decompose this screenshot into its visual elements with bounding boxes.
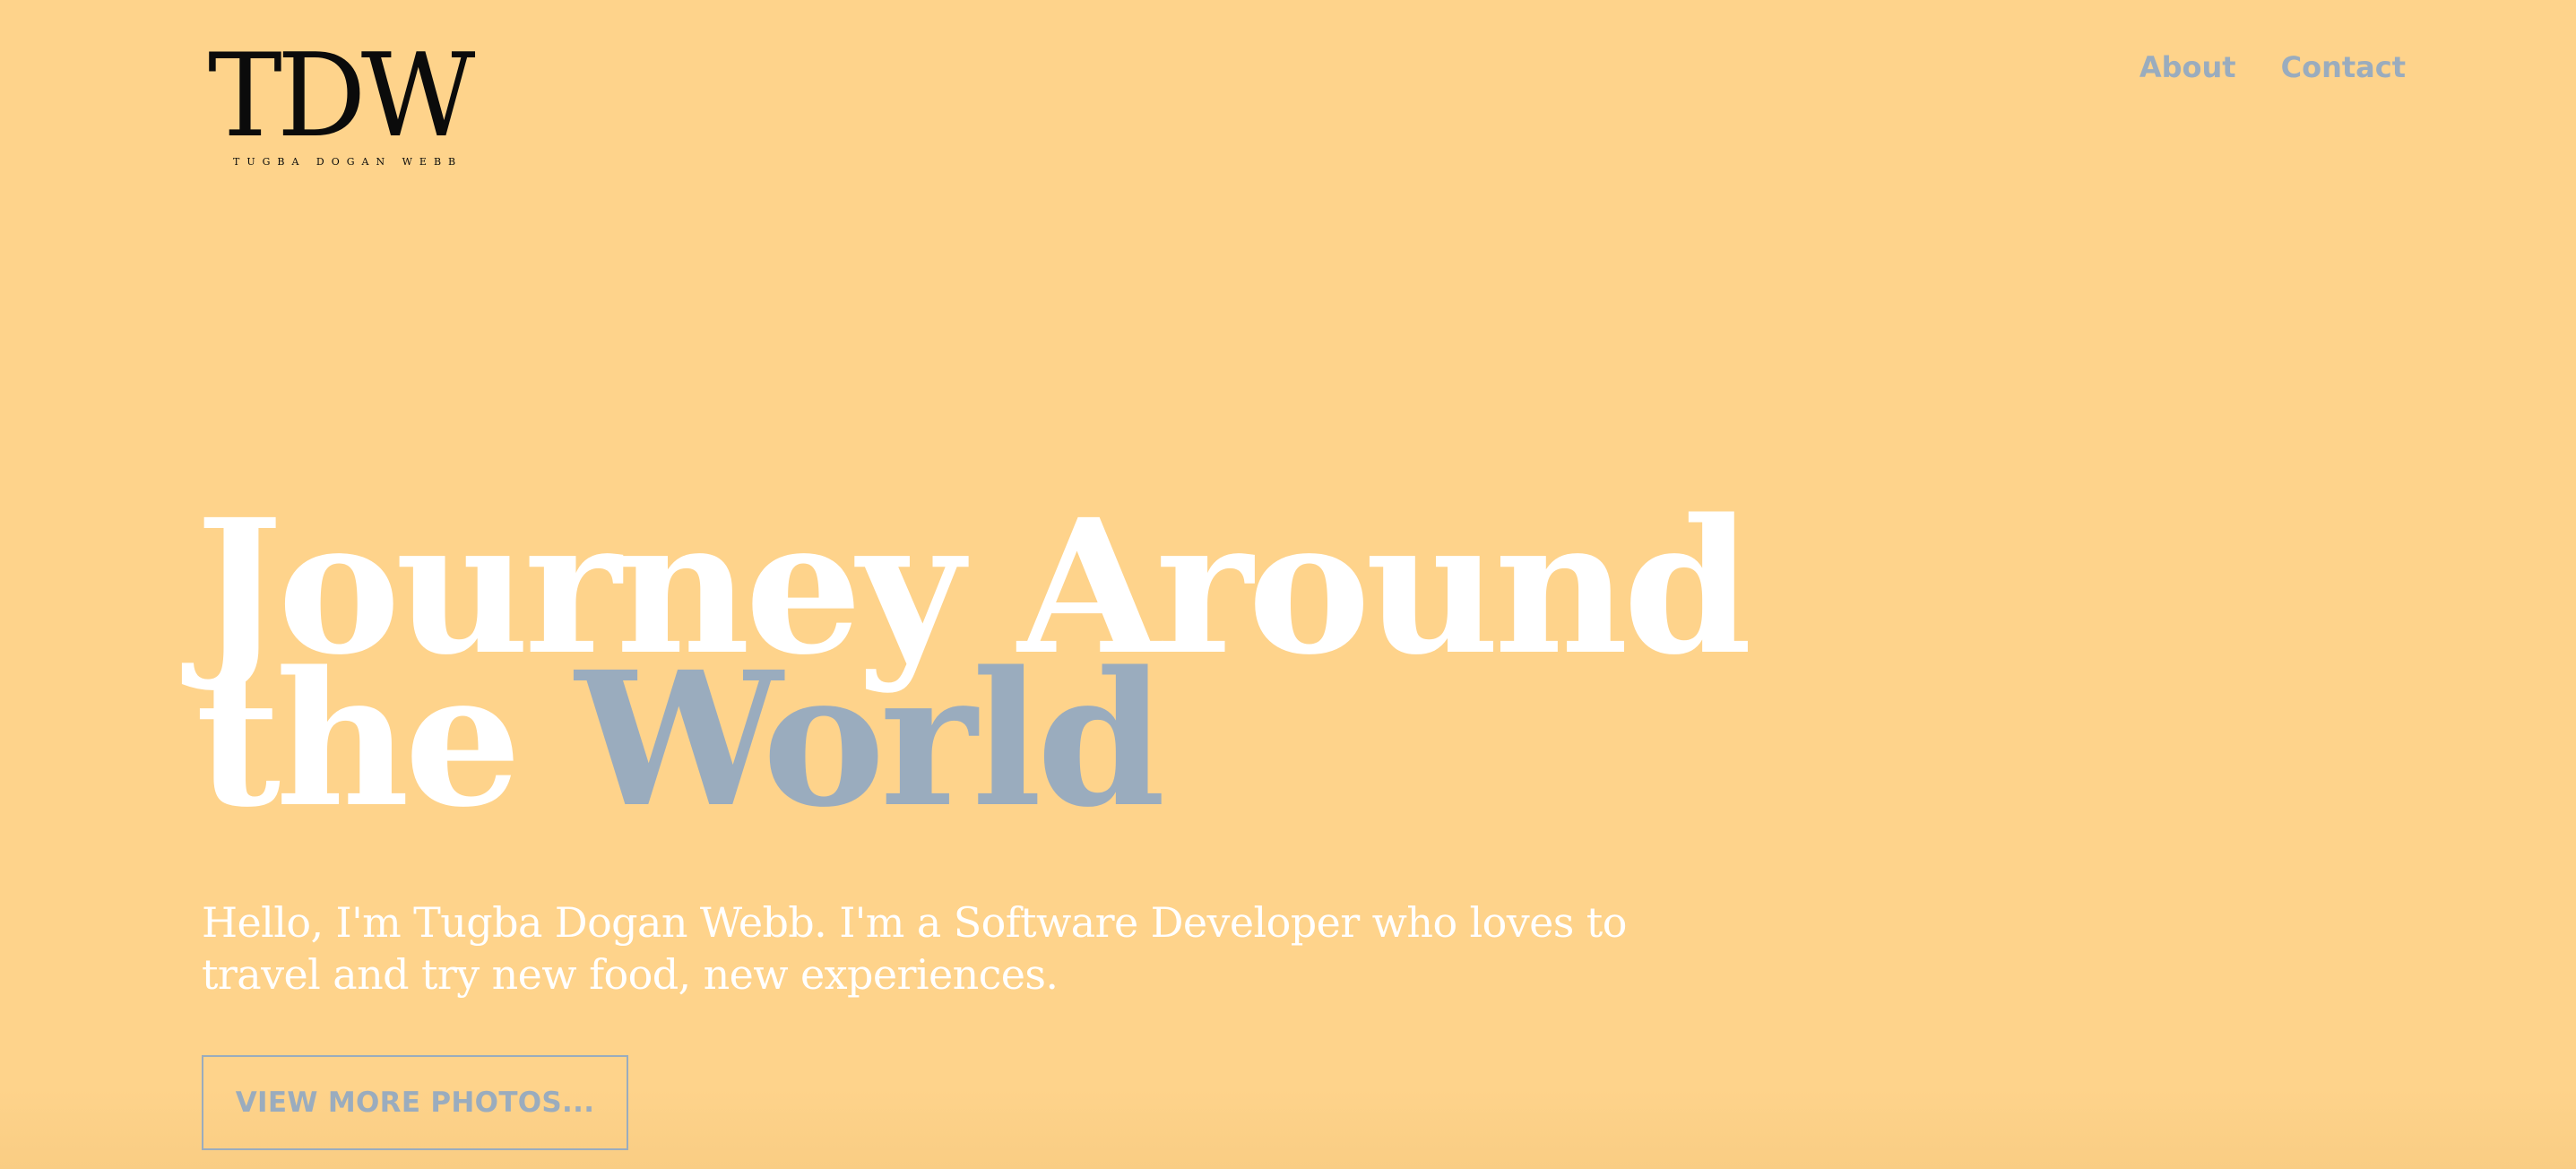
nav-about-link[interactable]: About <box>2139 50 2236 84</box>
hero-title-accent: World <box>575 631 1166 848</box>
view-more-photos-button[interactable]: VIEW MORE PHOTOS... <box>202 1055 628 1150</box>
top-nav: About Contact <box>2139 50 2406 84</box>
nav-contact-link[interactable]: Contact <box>2281 50 2406 84</box>
hero-title-line2-plain: the <box>195 631 522 848</box>
site-logo[interactable]: TDW TUGBA DOGAN WEBB <box>208 39 488 174</box>
hero-subtitle: Hello, I'm Tugba Dogan Webb. I'm a Softw… <box>202 898 1627 999</box>
logo-mark: TDW <box>208 30 475 163</box>
hero-title: Journey Around the World <box>195 495 1752 832</box>
logo-name: TUGBA DOGAN WEBB <box>233 156 463 168</box>
